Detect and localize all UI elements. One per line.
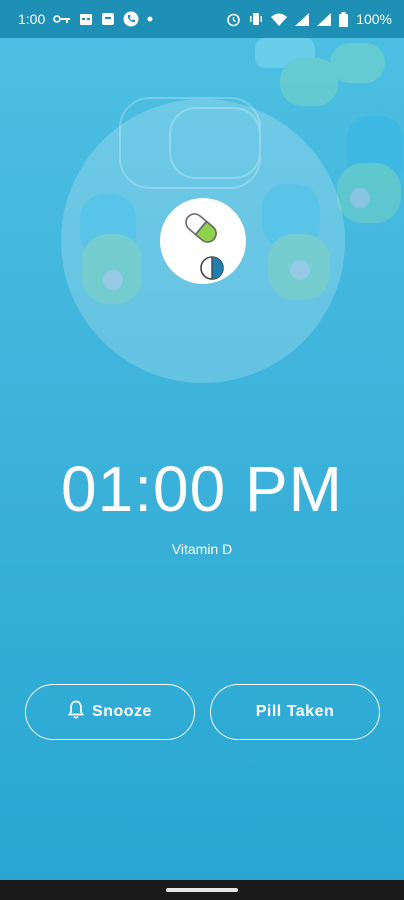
pill-organizer-left-icon xyxy=(80,194,142,304)
battery-percent: 100% xyxy=(356,11,392,27)
status-left: 1:00 xyxy=(18,11,153,27)
vibrate-icon xyxy=(249,12,263,26)
snooze-label: Snooze xyxy=(92,703,152,720)
pill-organizer-right-icon xyxy=(337,116,403,223)
home-gesture-handle[interactable] xyxy=(166,888,238,892)
capsule-pill-icon xyxy=(185,213,224,280)
pill-taken-label: Pill Taken xyxy=(255,703,335,720)
status-bar: 1:00 100% xyxy=(0,0,404,38)
status-right: 100% xyxy=(226,11,392,27)
pill-badge xyxy=(160,198,246,284)
pill-organizer-top-icon xyxy=(255,38,385,106)
snooze-button[interactable]: Snooze xyxy=(25,684,195,740)
medication-name: Vitamin D xyxy=(171,541,233,557)
battery-icon xyxy=(339,11,349,27)
status-time: 1:00 xyxy=(18,11,46,27)
phone-icon xyxy=(123,11,139,27)
reminder-time: 01:00 PM xyxy=(61,453,343,525)
navigation-bar xyxy=(0,880,404,900)
wifi-icon xyxy=(271,13,288,26)
pill-taken-button[interactable]: Pill Taken xyxy=(210,684,380,740)
alarm-icon xyxy=(226,12,241,27)
notification-dot-icon xyxy=(147,16,153,22)
tablet-pill-icon xyxy=(200,256,224,280)
key-icon xyxy=(53,13,71,25)
signal-secondary-icon xyxy=(317,12,332,26)
signal-icon xyxy=(295,12,310,26)
bell-icon xyxy=(68,700,85,725)
message-icon xyxy=(101,12,115,26)
calendar-icon xyxy=(79,12,93,26)
